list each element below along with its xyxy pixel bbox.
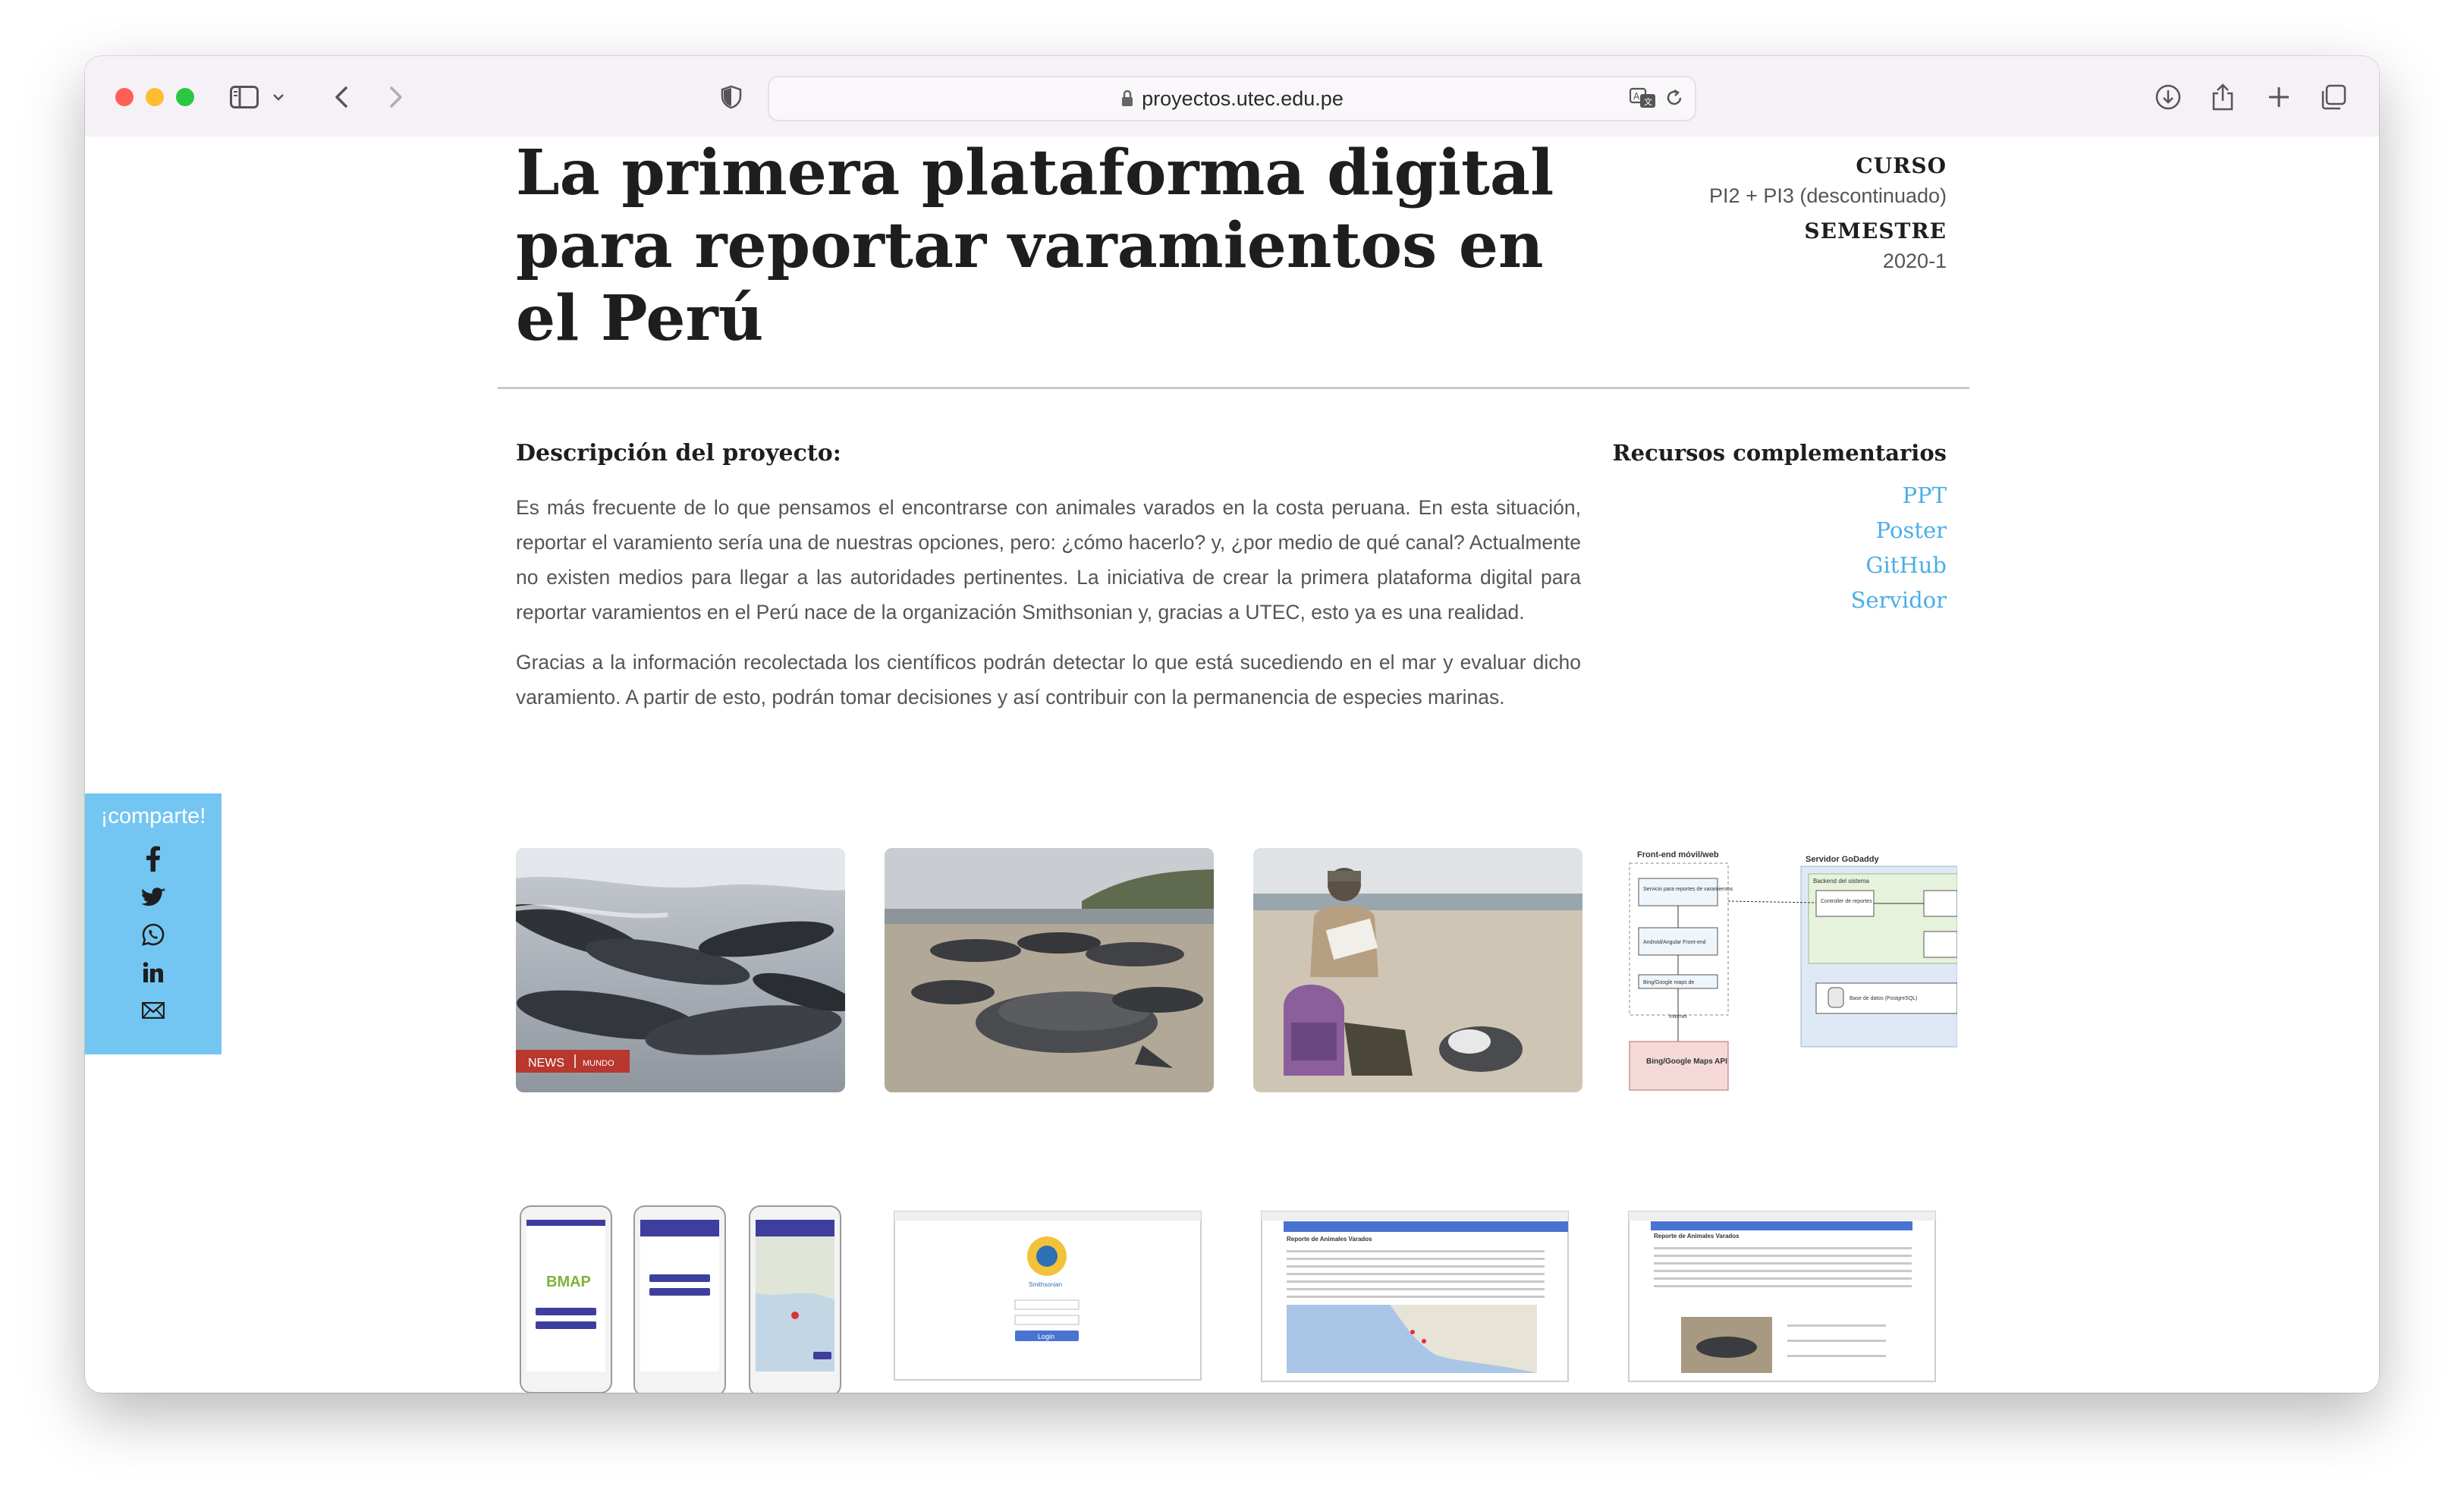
page-content: La primera plataforma digital para repor… bbox=[85, 137, 2379, 1393]
resource-link-ppt[interactable]: PPT bbox=[1851, 478, 1947, 513]
privacy-shield-icon[interactable] bbox=[716, 82, 746, 112]
new-tab-icon[interactable] bbox=[2264, 82, 2294, 112]
divider bbox=[498, 387, 1969, 389]
linkedin-icon[interactable] bbox=[143, 954, 164, 991]
svg-text:Controller de reportes: Controller de reportes bbox=[1821, 899, 1872, 904]
tab-overview-icon[interactable] bbox=[2318, 82, 2349, 112]
gallery-image-report-detail[interactable]: Reporte de Animales Varados bbox=[1628, 1211, 1936, 1382]
svg-text:Login: Login bbox=[1038, 1333, 1054, 1340]
lock-icon bbox=[1122, 90, 1133, 106]
gallery-image-report-map[interactable]: Reporte de Animales Varados bbox=[1261, 1211, 1576, 1382]
description-paragraph: Es más frecuente de lo que pensamos el e… bbox=[516, 496, 1581, 624]
url-text: proyectos.utec.edu.pe bbox=[1142, 86, 1344, 110]
svg-text:Reporte de Animales Varados: Reporte de Animales Varados bbox=[1654, 1233, 1740, 1240]
course-meta: CURSO PI2 + PI3 (descontinuado) SEMESTRE… bbox=[1709, 153, 1947, 284]
reload-icon[interactable] bbox=[1664, 88, 1684, 112]
gallery-image-researcher-beach[interactable] bbox=[1253, 848, 1582, 1092]
forward-button[interactable] bbox=[381, 82, 411, 112]
svg-text:A: A bbox=[1633, 91, 1640, 102]
gallery-image-architecture-diagram[interactable]: Front-end móvil/web Servicio para report… bbox=[1622, 848, 1957, 1092]
gallery-image-login-screen[interactable]: Smithsonian Login bbox=[894, 1211, 1202, 1381]
mail-icon[interactable] bbox=[142, 991, 165, 1029]
description-paragraph: Gracias a la información recolectada los… bbox=[516, 651, 1581, 709]
chevron-down-icon[interactable] bbox=[267, 82, 290, 112]
news-badge: NEWS bbox=[528, 1057, 564, 1070]
semestre-label: SEMESTRE bbox=[1804, 218, 1947, 244]
svg-text:Android/Angular Front-end: Android/Angular Front-end bbox=[1643, 940, 1706, 945]
facebook-icon[interactable] bbox=[146, 840, 161, 878]
curso-label: CURSO bbox=[1856, 153, 1947, 178]
browser-toolbar: proyectos.utec.edu.pe A文 bbox=[85, 56, 2379, 137]
description-body: Es más frecuente de lo que pensamos el e… bbox=[516, 490, 1581, 730]
downloads-icon[interactable] bbox=[2153, 82, 2183, 112]
share-icon[interactable] bbox=[2208, 82, 2238, 112]
sidebar-toggle-icon[interactable] bbox=[229, 82, 259, 112]
browser-window: proyectos.utec.edu.pe A文 La primera plat… bbox=[85, 56, 2379, 1393]
share-label: ¡comparte! bbox=[100, 804, 206, 828]
svg-text:Base de datos (PostgreSQL): Base de datos (PostgreSQL) bbox=[1850, 996, 1918, 1001]
gallery-image-mobile-app[interactable]: BMAP bbox=[516, 1202, 845, 1393]
bmap-logo: BMAP bbox=[546, 1274, 591, 1290]
resource-link-github[interactable]: GitHub bbox=[1851, 548, 1947, 583]
whatsapp-icon[interactable] bbox=[142, 916, 165, 954]
share-sidebar: ¡comparte! bbox=[85, 793, 222, 1054]
svg-text:Reporte de Animales Varados: Reporte de Animales Varados bbox=[1287, 1236, 1372, 1243]
back-button[interactable] bbox=[326, 82, 357, 112]
svg-text:Backend del sistema: Backend del sistema bbox=[1813, 878, 1869, 884]
gallery-image-whales-beach[interactable] bbox=[885, 848, 1214, 1092]
translate-icon[interactable]: A文 bbox=[1629, 86, 1657, 113]
description-heading: Descripción del proyecto: bbox=[516, 440, 841, 467]
address-bar[interactable]: proyectos.utec.edu.pe A文 bbox=[768, 76, 1696, 121]
svg-text:Bing/Google Maps API: Bing/Google Maps API bbox=[1646, 1057, 1727, 1066]
resource-link-servidor[interactable]: Servidor bbox=[1851, 583, 1947, 617]
svg-text:Bing/Google maps de: Bing/Google maps de bbox=[1643, 980, 1694, 985]
twitter-icon[interactable] bbox=[141, 878, 165, 916]
svg-text:Smithsonian: Smithsonian bbox=[1029, 1281, 1062, 1288]
news-badge-sub: MUNDO bbox=[583, 1059, 614, 1068]
svg-text:Servidor GoDaddy: Servidor GoDaddy bbox=[1806, 855, 1879, 864]
zoom-window-button[interactable] bbox=[176, 88, 194, 106]
curso-value: PI2 + PI3 (descontinuado) bbox=[1709, 184, 1947, 207]
close-window-button[interactable] bbox=[115, 88, 134, 106]
svg-text:Servicio para reportes de vara: Servicio para reportes de varamientos bbox=[1643, 887, 1733, 892]
minimize-window-button[interactable] bbox=[146, 88, 164, 106]
page-title: La primera plataforma digital para repor… bbox=[516, 137, 1554, 355]
resources-list: PPT Poster GitHub Servidor bbox=[1851, 478, 1947, 617]
resource-link-poster[interactable]: Poster bbox=[1851, 513, 1947, 548]
svg-text:文: 文 bbox=[1644, 96, 1652, 107]
svg-text:Front-end móvil/web: Front-end móvil/web bbox=[1637, 850, 1719, 859]
semestre-value: 2020-1 bbox=[1882, 250, 1947, 272]
resources-heading: Recursos complementarios bbox=[1612, 440, 1947, 466]
gallery-image-stranded-whales-news[interactable]: NEWS MUNDO bbox=[516, 848, 845, 1092]
